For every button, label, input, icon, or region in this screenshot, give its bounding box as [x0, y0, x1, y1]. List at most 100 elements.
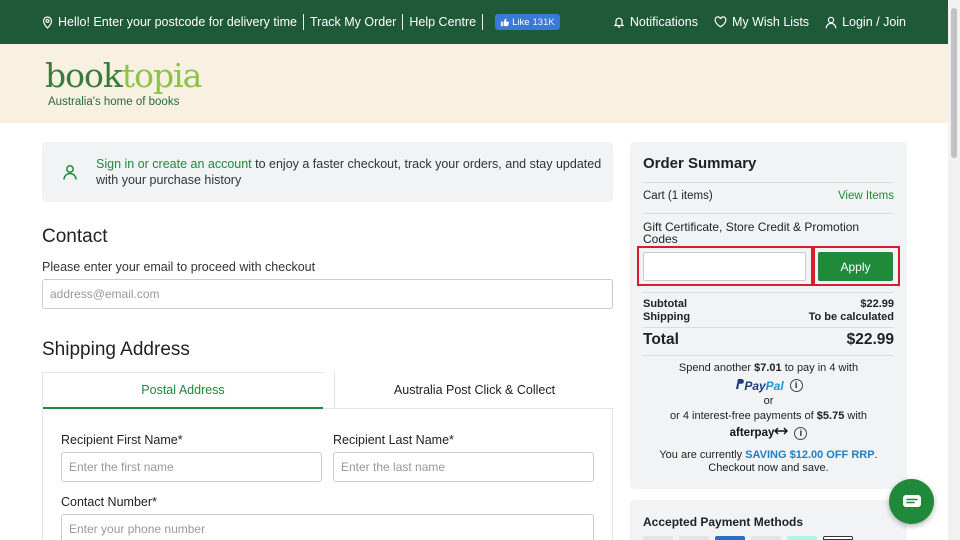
chat-button[interactable]: [889, 479, 934, 524]
tab-postal-address[interactable]: Postal Address: [43, 373, 323, 409]
last-name-input[interactable]: [333, 452, 594, 482]
notifications-link[interactable]: Notifications: [613, 15, 698, 29]
wish-lists-link[interactable]: My Wish Lists: [714, 15, 809, 29]
paypal-message: Spend another $7.01 to pay in 4 with: [630, 362, 907, 375]
bell-icon: [613, 17, 624, 28]
help-centre-link[interactable]: Help Centre: [409, 15, 476, 29]
payment-methods-title: Accepted Payment Methods: [643, 515, 804, 529]
afterpay-word: afterpay: [729, 427, 775, 439]
saving-amount: SAVING $12.00 OFF RRP: [745, 449, 875, 461]
paypal-post-text: to pay in 4 with: [781, 362, 859, 374]
paypal-word2: Pal: [765, 379, 784, 393]
user-icon: [825, 16, 837, 28]
card-icon: [643, 536, 673, 540]
view-items-link[interactable]: View Items: [838, 190, 894, 202]
info-icon[interactable]: i: [794, 426, 808, 440]
card-icon: [823, 536, 853, 540]
afterpay-message: or 4 interest-free payments of $5.75 wit…: [630, 410, 907, 423]
phone-label: Contact Number*: [61, 495, 157, 509]
logo-topia: topia: [121, 56, 202, 95]
shipping-value: To be calculated: [808, 311, 894, 323]
signin-link[interactable]: Sign in or create an account: [96, 157, 252, 171]
thumbs-up-icon: [500, 17, 509, 26]
payment-card-icons: [643, 536, 853, 540]
postcode-text: Hello! Enter your postcode for delivery …: [58, 15, 297, 29]
scrollbar-thumb[interactable]: [951, 8, 957, 158]
user-icon: [63, 165, 77, 180]
postcode-link[interactable]: Hello! Enter your postcode for delivery …: [42, 15, 297, 29]
paypal-brand-row: PayPal i: [630, 378, 907, 393]
chat-bubble-icon: [902, 494, 921, 507]
subtotal-row: Subtotal $22.99: [643, 298, 894, 310]
order-summary-panel: Order Summary Cart (1 items) View Items …: [630, 142, 907, 489]
heart-icon: [714, 16, 727, 28]
logo-tagline: Australia's home of books: [48, 96, 180, 108]
payment-methods-panel: Accepted Payment Methods: [630, 500, 907, 540]
paypal-p-icon: [736, 379, 745, 389]
like-label: Like: [512, 16, 530, 28]
booktopia-logo[interactable]: booktopia Australia's home of books: [45, 56, 202, 109]
signin-banner: Sign in or create an account to enjoy a …: [42, 142, 613, 202]
track-order-link[interactable]: Track My Order: [310, 15, 396, 29]
divider: [303, 14, 304, 30]
afterpay-card-icon: [787, 536, 817, 540]
apply-button[interactable]: Apply: [818, 252, 893, 281]
afterpay-logo: afterpay: [730, 426, 789, 440]
tab-gap: [323, 372, 334, 409]
first-name-input[interactable]: [61, 452, 322, 482]
afterpay-post-text: with: [844, 410, 867, 422]
cart-count: Cart (1 items): [643, 190, 713, 202]
card-icon: [679, 536, 709, 540]
paypal-pre-text: Spend another: [678, 362, 755, 374]
card-icon: [751, 536, 781, 540]
subtotal-value: $22.99: [860, 298, 894, 310]
login-label: Login / Join: [842, 15, 906, 29]
email-input[interactable]: [42, 279, 613, 309]
divider: [482, 14, 484, 30]
promo-code-input[interactable]: [643, 252, 806, 281]
notifications-label: Notifications: [629, 15, 698, 29]
paypal-word1: Pay: [744, 379, 766, 393]
tab-click-and-collect[interactable]: Australia Post Click & Collect: [334, 372, 614, 409]
contact-heading: Contact: [42, 226, 108, 247]
paypal-amount: $7.01: [754, 362, 782, 374]
first-name-label: Recipient First Name*: [61, 433, 183, 447]
contact-help-text: Please enter your email to proceed with …: [42, 260, 316, 274]
promo-code-label: Gift Certificate, Store Credit & Promoti…: [643, 220, 860, 246]
wish-lists-label: My Wish Lists: [731, 15, 810, 29]
saving-post-text: .: [874, 449, 878, 461]
divider: [643, 355, 894, 356]
facebook-like-button[interactable]: Like 131K: [495, 14, 560, 30]
divider: [643, 327, 894, 328]
like-count: 131K: [532, 16, 555, 28]
shipping-row: Shipping To be calculated: [643, 311, 894, 323]
saving-message: You are currently SAVING $12.00 OFF RRP.: [630, 449, 907, 462]
login-link[interactable]: Login / Join: [825, 15, 906, 29]
afterpay-arrows-icon: [774, 427, 789, 435]
divider: [643, 292, 894, 293]
total-value: $22.99: [846, 331, 894, 348]
page-scrollbar[interactable]: [948, 0, 960, 540]
or-text: or: [763, 395, 774, 407]
afterpay-brand-row: afterpay i: [630, 426, 907, 440]
divider: [643, 213, 894, 214]
total-label: Total: [643, 331, 679, 348]
last-name-label: Recipient Last Name*: [333, 433, 454, 447]
subtotal-label: Subtotal: [643, 298, 687, 310]
signin-message: Sign in or create an account to enjoy a …: [96, 156, 606, 188]
afterpay-amount: $5.75: [816, 410, 845, 422]
shipping-label: Shipping: [643, 311, 691, 323]
paypal-logo: PayPal: [734, 378, 784, 393]
afterpay-pre-text: or 4 interest-free payments of: [670, 410, 817, 422]
saving-line2: Checkout now and save.: [708, 462, 829, 474]
amex-card-icon: [715, 536, 745, 540]
order-summary-title: Order Summary: [643, 155, 757, 172]
info-icon[interactable]: i: [789, 379, 803, 392]
phone-input[interactable]: [61, 514, 594, 540]
divider: [402, 14, 404, 30]
total-row: Total $22.99: [643, 331, 894, 349]
top-bar: Hello! Enter your postcode for delivery …: [0, 0, 948, 44]
saving-pre-text: You are currently: [659, 449, 746, 461]
shipping-heading: Shipping Address: [42, 339, 190, 360]
location-pin-icon: [42, 15, 53, 29]
